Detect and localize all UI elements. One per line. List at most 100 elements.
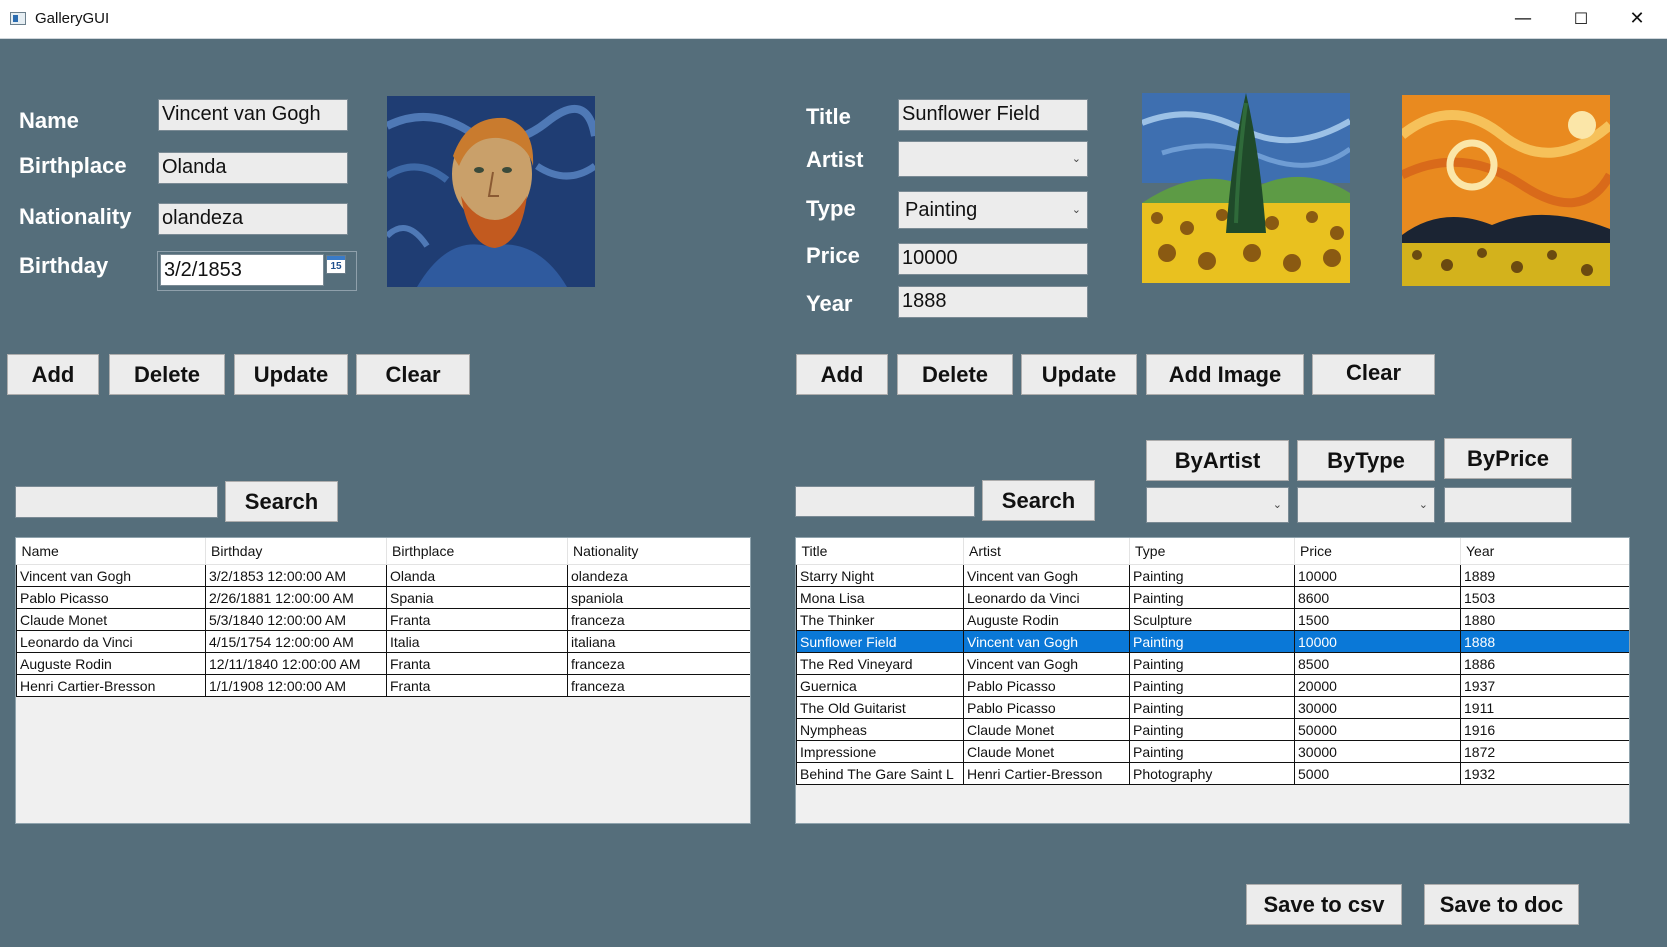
artist-table[interactable]: Name Birthday Birthplace Nationality Vincen… bbox=[15, 537, 751, 824]
column-header[interactable]: Year bbox=[1460, 538, 1629, 565]
artist-birthplace-input[interactable]: Olanda bbox=[158, 152, 348, 184]
by-price-button[interactable]: ByPrice bbox=[1444, 438, 1572, 479]
table-cell[interactable]: Olanda bbox=[386, 564, 568, 587]
artist-table-row[interactable]: Henri Cartier-Bresson 1/1/1908 12:00:00 A… bbox=[16, 674, 750, 697]
table-cell[interactable]: Painting bbox=[1129, 630, 1295, 653]
table-cell[interactable]: 30000 bbox=[1294, 696, 1461, 719]
table-cell[interactable]: 1911 bbox=[1460, 696, 1629, 719]
column-header[interactable]: Birthday bbox=[205, 538, 387, 565]
table-cell[interactable]: Nympheas bbox=[796, 718, 964, 741]
table-cell[interactable]: Leonardo da Vinci bbox=[16, 630, 206, 653]
birthday-input[interactable]: 3/2/1853 bbox=[160, 254, 324, 286]
artwork-table-row[interactable]: Behind The Gare Saint L Henri Cartier-Bre… bbox=[796, 762, 1629, 785]
artwork-update-button[interactable]: Update bbox=[1021, 354, 1137, 395]
artwork-table-row[interactable]: Guernica Pablo Picasso Painting 20000 1937 bbox=[796, 674, 1629, 697]
table-cell[interactable]: Behind The Gare Saint L bbox=[796, 762, 964, 785]
table-cell[interactable]: Photography bbox=[1129, 762, 1295, 785]
table-cell[interactable]: 1937 bbox=[1460, 674, 1629, 697]
artist-table-row[interactable]: Auguste Rodin 12/11/1840 12:00:00 AM Frant… bbox=[16, 652, 750, 675]
artist-clear-button[interactable]: Clear bbox=[356, 354, 470, 395]
table-cell[interactable]: Starry Night bbox=[796, 564, 964, 587]
table-cell[interactable]: Sunflower Field bbox=[796, 630, 964, 653]
table-cell[interactable]: Italia bbox=[386, 630, 568, 653]
by-type-button[interactable]: ByType bbox=[1297, 440, 1435, 481]
add-image-button[interactable]: Add Image bbox=[1146, 354, 1304, 395]
table-cell[interactable]: 20000 bbox=[1294, 674, 1461, 697]
artist-add-button[interactable]: Add bbox=[7, 354, 99, 395]
table-cell[interactable]: 1932 bbox=[1460, 762, 1629, 785]
artwork-table-row[interactable]: Mona Lisa Leonardo da Vinci Painting 8600 15… bbox=[796, 586, 1629, 609]
artwork-clear-button[interactable]: Clear bbox=[1312, 354, 1435, 395]
table-cell[interactable]: Franta bbox=[386, 608, 568, 631]
calendar-icon[interactable]: 15 bbox=[326, 255, 346, 274]
table-cell[interactable]: The Red Vineyard bbox=[796, 652, 964, 675]
table-cell[interactable]: 8600 bbox=[1294, 586, 1461, 609]
by-artist-button[interactable]: ByArtist bbox=[1146, 440, 1289, 481]
table-cell[interactable]: Mona Lisa bbox=[796, 586, 964, 609]
column-header[interactable]: Name bbox=[16, 538, 206, 565]
table-cell[interactable]: 1503 bbox=[1460, 586, 1629, 609]
table-cell[interactable]: spaniola bbox=[567, 586, 750, 609]
table-cell[interactable]: 1500 bbox=[1294, 608, 1461, 631]
table-cell[interactable]: 1886 bbox=[1460, 652, 1629, 675]
table-cell[interactable]: 1/1/1908 12:00:00 AM bbox=[205, 674, 387, 697]
maximize-icon[interactable]: ☐ bbox=[1556, 4, 1606, 34]
table-cell[interactable]: 8500 bbox=[1294, 652, 1461, 675]
artwork-table-row[interactable]: The Thinker Auguste Rodin Sculpture 1500 188… bbox=[796, 608, 1629, 631]
table-cell[interactable]: Sculpture bbox=[1129, 608, 1295, 631]
table-cell[interactable]: Painting bbox=[1129, 586, 1295, 609]
minimize-icon[interactable]: — bbox=[1498, 4, 1548, 34]
table-cell[interactable]: Pablo Picasso bbox=[963, 674, 1130, 697]
table-cell[interactable]: Painting bbox=[1129, 740, 1295, 763]
artwork-search-button[interactable]: Search bbox=[982, 480, 1095, 521]
filter-price-input[interactable] bbox=[1444, 487, 1572, 523]
table-cell[interactable]: The Old Guitarist bbox=[796, 696, 964, 719]
table-cell[interactable]: Vincent van Gogh bbox=[963, 564, 1130, 587]
table-cell[interactable]: 10000 bbox=[1294, 630, 1461, 653]
artist-table-row[interactable]: Leonardo da Vinci 4/15/1754 12:00:00 AM It… bbox=[16, 630, 750, 653]
table-cell[interactable]: 5000 bbox=[1294, 762, 1461, 785]
save-to-doc-button[interactable]: Save to doc bbox=[1424, 884, 1579, 925]
table-cell[interactable]: Franta bbox=[386, 674, 568, 697]
table-cell[interactable]: 10000 bbox=[1294, 564, 1461, 587]
artwork-title-input[interactable]: Sunflower Field bbox=[898, 99, 1088, 131]
table-cell[interactable]: Claude Monet bbox=[963, 740, 1130, 763]
table-cell[interactable]: Auguste Rodin bbox=[16, 652, 206, 675]
table-cell[interactable]: Henri Cartier-Bresson bbox=[16, 674, 206, 697]
table-cell[interactable]: Painting bbox=[1129, 674, 1295, 697]
artwork-type-select[interactable]: Painting ⌄ bbox=[898, 191, 1088, 229]
column-header[interactable]: Type bbox=[1129, 538, 1295, 565]
column-header[interactable]: Nationality bbox=[567, 538, 750, 565]
table-cell[interactable]: 1880 bbox=[1460, 608, 1629, 631]
table-cell[interactable]: Vincent van Gogh bbox=[963, 652, 1130, 675]
table-cell[interactable]: 3/2/1853 12:00:00 AM bbox=[205, 564, 387, 587]
artwork-table-row[interactable]: Nympheas Claude Monet Painting 50000 1916 bbox=[796, 718, 1629, 741]
table-cell[interactable]: 4/15/1754 12:00:00 AM bbox=[205, 630, 387, 653]
artwork-table[interactable]: Title Artist Type Price Year Starry Night Vin… bbox=[795, 537, 1630, 824]
close-icon[interactable]: ✕ bbox=[1612, 4, 1662, 34]
table-cell[interactable]: franceza bbox=[567, 608, 750, 631]
table-cell[interactable]: Henri Cartier-Bresson bbox=[963, 762, 1130, 785]
artwork-delete-button[interactable]: Delete bbox=[897, 354, 1013, 395]
artist-delete-button[interactable]: Delete bbox=[109, 354, 225, 395]
table-cell[interactable]: 1872 bbox=[1460, 740, 1629, 763]
column-header[interactable]: Title bbox=[796, 538, 964, 565]
artwork-table-row[interactable]: Impressione Claude Monet Painting 30000 1872 bbox=[796, 740, 1629, 763]
table-cell[interactable]: 50000 bbox=[1294, 718, 1461, 741]
table-cell[interactable]: franceza bbox=[567, 674, 750, 697]
table-cell[interactable]: Vincent van Gogh bbox=[963, 630, 1130, 653]
table-cell[interactable]: Painting bbox=[1129, 652, 1295, 675]
table-cell[interactable]: Franta bbox=[386, 652, 568, 675]
artwork-artist-select[interactable]: ⌄ bbox=[898, 141, 1088, 177]
table-cell[interactable]: 5/3/1840 12:00:00 AM bbox=[205, 608, 387, 631]
artist-search-button[interactable]: Search bbox=[225, 481, 338, 522]
table-cell[interactable]: The Thinker bbox=[796, 608, 964, 631]
table-cell[interactable]: franceza bbox=[567, 652, 750, 675]
birthday-datepicker[interactable]: 3/2/1853 15 bbox=[157, 251, 357, 291]
artwork-table-row[interactable]: Sunflower Field Vincent van Gogh Painting 1… bbox=[796, 630, 1629, 653]
table-cell[interactable]: Painting bbox=[1129, 696, 1295, 719]
table-cell[interactable]: Impressione bbox=[796, 740, 964, 763]
table-cell[interactable]: Pablo Picasso bbox=[16, 586, 206, 609]
save-to-csv-button[interactable]: Save to csv bbox=[1246, 884, 1402, 925]
table-cell[interactable]: Vincent van Gogh bbox=[16, 564, 206, 587]
